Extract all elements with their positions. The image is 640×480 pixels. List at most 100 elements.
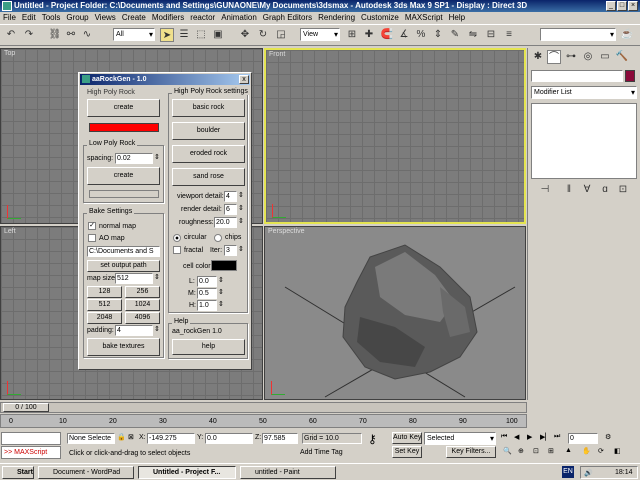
menu-rendering[interactable]: Rendering (315, 13, 358, 22)
basic-rock-button[interactable]: basic rock (172, 99, 245, 117)
render-icon[interactable]: ☕ (620, 28, 634, 42)
undo-icon[interactable]: ↶ (4, 28, 18, 42)
create-low-poly-button[interactable]: create (87, 167, 160, 185)
viewport-detail-spinner-icon[interactable]: ⇕ (238, 191, 244, 199)
h-spinner-icon[interactable]: ⇕ (218, 300, 224, 308)
motion-tab-icon[interactable]: ◎ (581, 50, 595, 64)
key-filters-button[interactable]: Key Filters... (446, 446, 496, 458)
x-coordinate-input[interactable]: -149.275 (147, 433, 195, 444)
orbit-icon[interactable]: ⟳ (598, 447, 604, 455)
modifier-list-dropdown[interactable]: Modifier List (531, 86, 637, 99)
configure-modifier-sets-icon[interactable]: ⊡ (616, 183, 630, 197)
roughness-spinner-icon[interactable]: ⇕ (238, 217, 244, 225)
normal-map-checkbox[interactable]: ✓ (88, 222, 96, 230)
app-icon[interactable] (2, 1, 12, 11)
zoom-extents-all-icon[interactable]: ⊞ (548, 447, 554, 455)
size-4096-button[interactable]: 4096 (125, 312, 160, 324)
remove-modifier-icon[interactable]: ɑ (598, 183, 612, 197)
size-128-button[interactable]: 128 (87, 286, 122, 298)
create-tab-icon[interactable]: ✱ (531, 50, 545, 64)
cell-color-swatch[interactable] (211, 260, 237, 271)
named-selection-set-dropdown[interactable] (540, 28, 616, 41)
volume-icon[interactable]: 🔊 (584, 469, 593, 477)
mirror-icon[interactable]: ⇋ (466, 28, 480, 42)
go-to-end-icon[interactable]: ⏭ (554, 433, 560, 441)
menu-modifiers[interactable]: Modifiers (149, 13, 187, 22)
size-1024-button[interactable]: 1024 (125, 299, 160, 311)
m-spinner-icon[interactable]: ⇕ (218, 288, 224, 296)
padding-spinner-icon[interactable]: ⇕ (154, 325, 160, 333)
next-frame-icon[interactable]: ▶▏ (540, 433, 551, 441)
named-selection-icon[interactable]: ✎ (448, 28, 462, 42)
task-paint[interactable]: untitled - Paint (240, 466, 336, 479)
language-indicator[interactable]: EN (562, 466, 574, 478)
maximize-viewport-icon[interactable]: ◧ (614, 447, 621, 455)
menu-help[interactable]: Help (446, 13, 468, 22)
menu-views[interactable]: Views (92, 13, 119, 22)
select-scale-icon[interactable]: ◲ (274, 28, 288, 42)
size-2048-button[interactable]: 2048 (87, 312, 122, 324)
show-end-result-icon[interactable]: ‖ (562, 183, 576, 197)
bind-space-warp-icon[interactable]: ∿ (80, 28, 94, 42)
zoom-icon[interactable]: 🔍 (503, 447, 512, 455)
eroded-rock-button[interactable]: eroded rock (172, 145, 245, 163)
utilities-tab-icon[interactable]: 🔨 (615, 50, 629, 64)
previous-frame-icon[interactable]: ◀ (514, 433, 519, 441)
iter-spinner-icon[interactable]: ⇕ (238, 245, 244, 253)
ao-map-checkbox[interactable] (88, 234, 96, 242)
bake-textures-button[interactable]: bake textures (87, 338, 160, 356)
select-by-name-icon[interactable]: ☰ (177, 28, 191, 42)
close-button[interactable]: × (628, 1, 638, 11)
viewport-detail-input[interactable]: 4 (224, 191, 237, 202)
render-detail-spinner-icon[interactable]: ⇕ (238, 204, 244, 212)
iter-input[interactable]: 3 (224, 245, 237, 256)
menu-graph-editors[interactable]: Graph Editors (260, 13, 315, 22)
angle-snap-icon[interactable]: ∡ (397, 28, 411, 42)
size-512-button[interactable]: 512 (87, 299, 122, 311)
key-selection-dropdown[interactable]: Selected (424, 432, 496, 445)
selection-filter-dropdown[interactable]: All (113, 28, 155, 41)
zoom-all-icon[interactable]: ⊕ (518, 447, 524, 455)
select-rotate-icon[interactable]: ↻ (256, 28, 270, 42)
viewport-front[interactable]: Front (264, 48, 526, 224)
menu-customize[interactable]: Customize (358, 13, 402, 22)
padding-input[interactable]: 4 (115, 325, 153, 336)
play-icon[interactable]: ▶ (527, 433, 532, 441)
layer-manager-icon[interactable]: ≡ (502, 28, 516, 42)
start-button[interactable]: Start (2, 466, 34, 479)
pivot-center-icon[interactable]: ⊞ (345, 28, 359, 42)
fractal-checkbox[interactable] (173, 246, 181, 254)
ref-coord-dropdown[interactable]: View (300, 28, 340, 41)
help-button[interactable]: help (172, 339, 245, 355)
redo-icon[interactable]: ↷ (22, 28, 36, 42)
boulder-button[interactable]: boulder (172, 122, 245, 140)
dialog-title-bar[interactable]: aaRockGen - 1.0 (80, 74, 250, 85)
spinner-snap-icon[interactable]: ⇕ (431, 28, 445, 42)
chips-radio[interactable] (214, 234, 222, 242)
create-high-poly-button[interactable]: create (87, 99, 160, 117)
menu-tools[interactable]: Tools (39, 13, 64, 22)
size-256-button[interactable]: 256 (125, 286, 160, 298)
menu-group[interactable]: Group (63, 13, 91, 22)
maxscript-listener[interactable]: >> MAXScript (1, 446, 61, 459)
viewport-front-label[interactable]: Front (269, 51, 285, 58)
hierarchy-tab-icon[interactable]: ⊶ (564, 50, 578, 64)
viewport-left-label[interactable]: Left (4, 228, 16, 235)
track-bar[interactable]: 0 10 20 30 40 50 60 70 80 90 100 (0, 414, 527, 428)
menu-create[interactable]: Create (119, 13, 149, 22)
auto-key-button[interactable]: Auto Key (392, 432, 422, 444)
modify-tab-icon[interactable]: ⌒ (547, 50, 561, 64)
render-detail-input[interactable]: 6 (224, 204, 237, 215)
rect-selection-icon[interactable]: ⬚ (194, 28, 208, 42)
y-coordinate-input[interactable]: 0.0 (205, 433, 253, 444)
percent-snap-icon[interactable]: % (414, 28, 428, 42)
set-key-button[interactable]: Set Key (392, 446, 422, 458)
maximize-button[interactable]: □ (617, 1, 627, 11)
output-path-field[interactable]: C:\Documents and S (87, 246, 160, 257)
l-input[interactable]: 0.0 (197, 276, 217, 287)
object-color-swatch[interactable] (625, 70, 635, 82)
menu-edit[interactable]: Edit (19, 13, 39, 22)
menu-reactor[interactable]: reactor (187, 13, 218, 22)
h-input[interactable]: 1.0 (197, 300, 217, 311)
minimize-button[interactable]: _ (606, 1, 616, 11)
